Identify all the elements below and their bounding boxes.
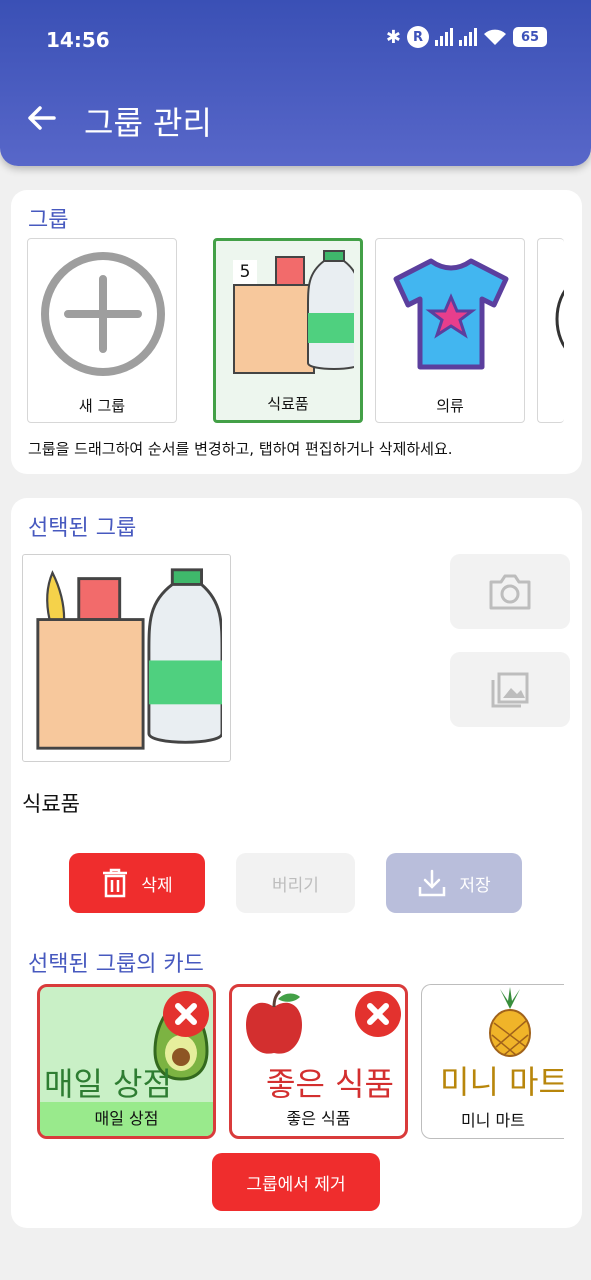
remove-from-group-button[interactable]: 그룹에서 제거	[212, 1153, 380, 1211]
remove-card-icon[interactable]	[355, 991, 401, 1037]
card-label: 좋은 식품	[286, 1109, 351, 1128]
save-button[interactable]: 저장	[386, 853, 522, 913]
groups-panel: 그룹 새 그룹 5 식료품 의류 그룹을 드래그하여 순서를 변경하고, 탭하여…	[11, 190, 582, 474]
group-label: 식료품	[267, 395, 309, 413]
delete-button[interactable]: 삭제	[69, 853, 205, 913]
trash-icon	[103, 868, 128, 898]
card-count-badge: 5	[233, 260, 257, 284]
group-image-preview[interactable]	[22, 554, 231, 762]
add-icon	[41, 252, 165, 376]
gallery-icon	[491, 672, 529, 707]
camera-button[interactable]	[450, 554, 570, 629]
signal-icon	[435, 28, 453, 46]
groceries-icon	[36, 568, 222, 750]
signal-icon-2	[459, 28, 477, 46]
partial-group-icon	[555, 289, 564, 349]
back-arrow-icon[interactable]	[24, 100, 60, 136]
status-icons: ✱ R 65	[386, 26, 547, 48]
selected-section-title: 선택된 그룹	[28, 516, 137, 541]
card-label: 미니 마트	[461, 1111, 525, 1130]
groups-section-title: 그룹	[28, 208, 69, 233]
save-label: 저장	[459, 875, 491, 896]
delete-label: 삭제	[141, 875, 173, 896]
tshirt-icon	[393, 258, 509, 370]
battery-icon: 65	[513, 27, 547, 47]
discard-button[interactable]: 버리기	[236, 853, 355, 913]
wifi-icon	[484, 29, 506, 45]
group-tile-partial[interactable]	[537, 238, 564, 423]
group-label: 의류	[436, 397, 464, 415]
card-big-text: 매일 상점	[44, 1065, 172, 1103]
gallery-button[interactable]	[450, 652, 570, 727]
group-tile-clothing[interactable]: 의류	[375, 238, 525, 423]
card-tile[interactable]: 매일 상점 매일 상점	[37, 984, 216, 1139]
group-name: 식료품	[22, 792, 80, 816]
card-big-text: 좋은 식품	[266, 1065, 394, 1103]
page-title: 그룹 관리	[84, 104, 212, 142]
camera-icon	[489, 574, 531, 609]
apple-icon	[246, 989, 302, 1054]
roaming-icon: R	[407, 26, 429, 48]
card-tile[interactable]: 좋은 식품 좋은 식품	[229, 984, 408, 1139]
status-time: 14:56	[46, 28, 110, 52]
card-label: 매일 상점	[40, 1102, 213, 1136]
download-icon	[419, 869, 446, 897]
new-group-label: 새 그룹	[78, 397, 126, 415]
groups-hint: 그룹을 드래그하여 순서를 변경하고, 탭하여 편집하거나 삭제하세요.	[28, 440, 453, 458]
bluetooth-icon: ✱	[385, 26, 401, 48]
card-big-text: 미니 마트	[440, 1063, 564, 1101]
group-tile-groceries[interactable]: 5 식료품	[213, 238, 363, 423]
pineapple-icon	[489, 987, 531, 1057]
selected-group-panel: 선택된 그룹 식료품 삭제 버리기 저장 선택된 그룹의 카드 매일 상점 매일…	[11, 498, 582, 1228]
remove-card-icon[interactable]	[163, 991, 209, 1037]
discard-label: 버리기	[272, 875, 319, 896]
card-tile[interactable]: 미니 마트 미니 마트	[421, 984, 564, 1139]
cards-section-title: 선택된 그룹의 카드	[28, 952, 204, 977]
app-bar: 14:56 ✱ R 65 그룹 관리	[0, 0, 591, 166]
new-group-tile[interactable]: 새 그룹	[27, 238, 177, 423]
